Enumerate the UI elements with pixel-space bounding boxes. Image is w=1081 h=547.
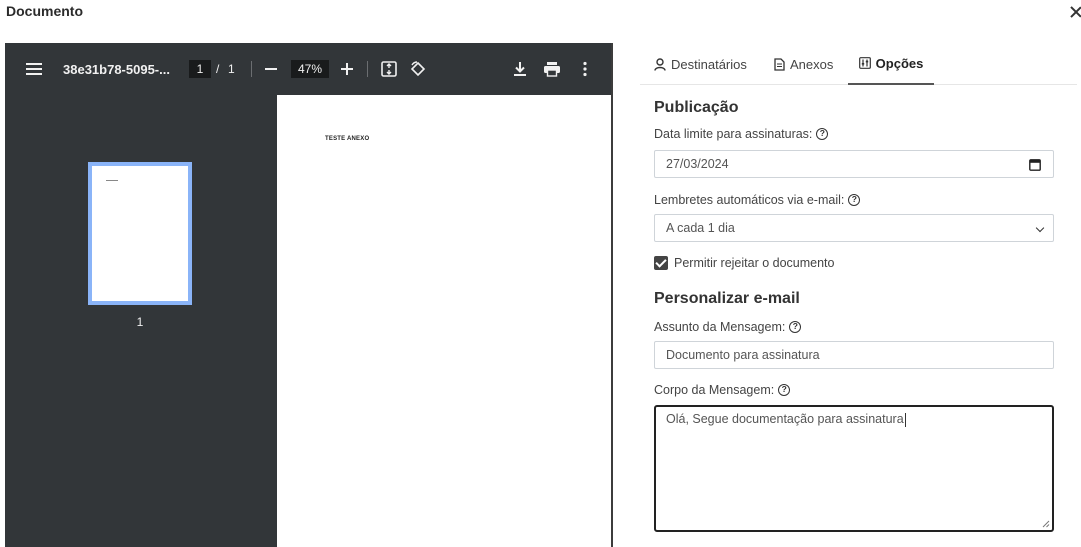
subject-input[interactable]: Documento para assinatura <box>654 341 1054 369</box>
modal-title: Documento <box>6 3 83 19</box>
calendar-icon[interactable] <box>1029 158 1041 171</box>
deadline-label-text: Data limite para assinaturas: <box>654 127 813 141</box>
page-number-input[interactable]: 1 <box>189 60 211 78</box>
close-icon[interactable] <box>1068 4 1081 20</box>
body-textarea-value: Olá, Segue documentação para assinatura <box>666 412 904 426</box>
thumbnail-page-number: 1 <box>136 315 144 329</box>
reminders-label-text: Lembretes automáticos via e-mail: <box>654 193 845 207</box>
chevron-down-icon <box>1035 223 1045 233</box>
zoom-input-wrap: 47% <box>291 43 329 95</box>
rotate-icon[interactable] <box>408 43 428 95</box>
deadline-label: Data limite para assinaturas: ? <box>654 127 829 141</box>
reminders-label: Lembretes automáticos via e-mail: ? <box>654 193 861 207</box>
reminders-select[interactable]: A cada 1 dia <box>654 214 1054 242</box>
subject-label-text: Assunto da Mensagem: <box>654 320 786 334</box>
more-options-icon[interactable] <box>575 43 595 95</box>
subject-input-value: Documento para assinatura <box>666 348 820 362</box>
options-panel: Destinatários Anexos Opções Publicação D… <box>640 43 1081 547</box>
print-icon[interactable] <box>542 43 562 95</box>
subject-label: Assunto da Mensagem: ? <box>654 320 802 334</box>
person-icon <box>654 57 666 71</box>
toolbar-divider <box>251 61 252 77</box>
pdf-toolbar: 38e31b78-5095-... 1 / 1 47% <box>5 43 611 95</box>
deadline-date-value: 27/03/2024 <box>666 157 729 171</box>
fit-page-icon[interactable] <box>379 43 399 95</box>
page-total: 1 <box>228 62 235 76</box>
body-label-text: Corpo da Mensagem: <box>654 383 775 397</box>
body-label: Corpo da Mensagem: ? <box>654 383 791 397</box>
zoom-out-icon[interactable] <box>263 43 279 95</box>
tab-attachments[interactable]: Anexos <box>774 43 833 85</box>
pdf-document-name: 38e31b78-5095-... <box>63 61 170 77</box>
help-icon[interactable]: ? <box>789 321 802 333</box>
tab-recipients[interactable]: Destinatários <box>654 43 747 85</box>
text-caret <box>904 412 906 427</box>
page-thumbnail[interactable] <box>88 162 192 305</box>
page-number-input-wrap: 1 <box>189 43 211 95</box>
tab-options-label: Opções <box>875 55 924 71</box>
settings-sliders-icon <box>858 57 871 69</box>
resize-handle-icon[interactable] <box>1042 520 1050 528</box>
download-icon[interactable] <box>510 43 530 95</box>
file-icon <box>774 57 785 71</box>
zoom-input[interactable]: 47% <box>291 60 329 78</box>
tab-recipients-label: Destinatários <box>671 56 747 72</box>
tab-options[interactable]: Opções <box>848 43 934 85</box>
pdf-page: TESTE ANEXO <box>277 95 611 547</box>
tab-bar: Destinatários Anexos Opções <box>640 43 1077 85</box>
deadline-date-input[interactable]: 27/03/2024 <box>654 150 1054 178</box>
allow-reject-row[interactable]: Permitir rejeitar o documento <box>654 256 834 270</box>
thumbnail-sidebar: 1 <box>5 95 277 547</box>
menu-icon[interactable] <box>25 43 43 95</box>
help-icon[interactable]: ? <box>816 128 829 140</box>
help-icon[interactable]: ? <box>778 384 791 396</box>
tab-attachments-label: Anexos <box>790 56 834 72</box>
pdf-page-text: TESTE ANEXO <box>325 136 370 142</box>
zoom-in-icon[interactable] <box>339 43 355 95</box>
allow-reject-checkbox[interactable] <box>654 256 668 270</box>
pdf-viewer: 38e31b78-5095-... 1 / 1 47% 1 TESTE ANEX… <box>5 43 613 547</box>
email-section-title: Personalizar e-mail <box>654 290 800 307</box>
toolbar-divider <box>367 61 368 77</box>
reminders-select-value: A cada 1 dia <box>666 221 735 235</box>
body-textarea[interactable]: Olá, Segue documentação para assinatura <box>654 405 1054 532</box>
allow-reject-label: Permitir rejeitar o documento <box>674 256 835 270</box>
help-icon[interactable]: ? <box>848 194 861 206</box>
publication-section-title: Publicação <box>654 99 739 116</box>
page-separator: / <box>216 62 220 76</box>
thumbnail-text-line <box>106 180 118 181</box>
